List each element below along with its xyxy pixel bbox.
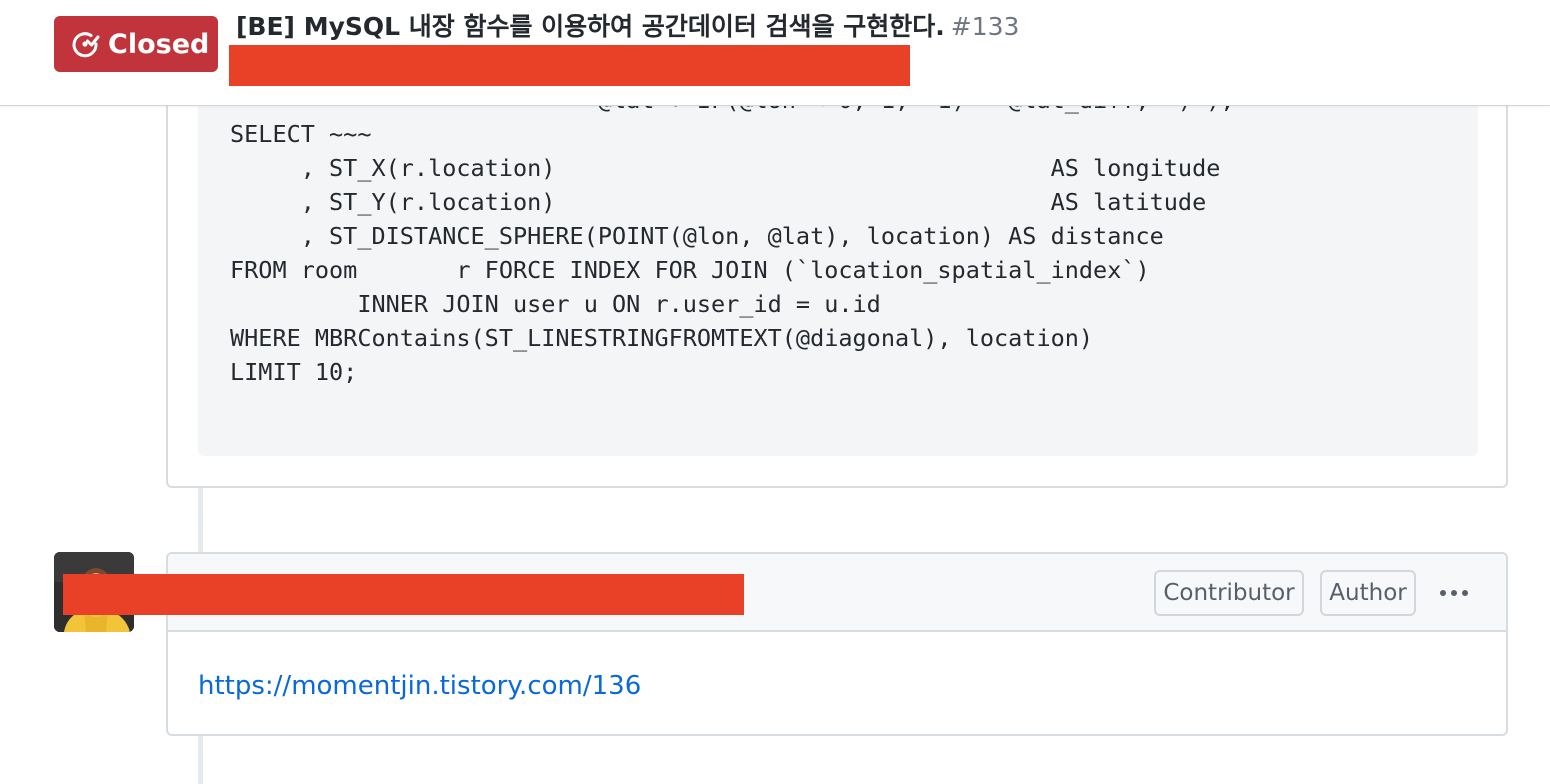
code-line: , ST_Y(r.location) AS latitude	[230, 188, 1207, 216]
contributor-label-text: Contributor	[1163, 580, 1295, 606]
issue-state-label: Closed	[108, 28, 210, 60]
code-line: , ST_X(r.location) AS longitude	[230, 154, 1221, 182]
author-label: Author	[1320, 570, 1416, 616]
code-line: SELECT ~~~	[230, 120, 372, 148]
comment-box: @lat + IF(@lon < 0, 1, -1) * @lat_diff, …	[166, 60, 1508, 488]
issue-number: #133	[950, 12, 1020, 41]
redacted-subtitle-block	[229, 45, 910, 86]
more-options-button[interactable]	[1434, 578, 1474, 608]
comment-link[interactable]: https://momentjin.tistory.com/136	[198, 671, 641, 701]
issue-title: [BE] MySQL 내장 함수를 이용하여 공간데이터 검색을 구현한다. #1…	[236, 10, 1019, 44]
kebab-horizontal-icon	[1440, 590, 1446, 596]
code-line: FROM room r FORCE INDEX FOR JOIN (`locat…	[230, 256, 1150, 284]
comment-body: https://momentjin.tistory.com/136	[198, 666, 641, 706]
code-text: @lat + IF(@lon < 0, 1, -1) * @lat_diff, …	[230, 83, 1235, 389]
issue-closed-icon	[72, 32, 100, 58]
author-label-text: Author	[1329, 580, 1407, 606]
code-line: INNER JOIN user u ON r.user_id = u.id	[230, 290, 881, 318]
issue-title-text: [BE] MySQL 내장 함수를 이용하여 공간데이터 검색을 구현한다.	[236, 12, 945, 41]
redacted-author-block	[63, 574, 744, 615]
issue-state-badge: Closed	[54, 16, 218, 72]
code-line: , ST_DISTANCE_SPHERE(POINT(@lon, @lat), …	[230, 222, 1164, 250]
sticky-issue-header: Closed [BE] MySQL 내장 함수를 이용하여 공간데이터 검색을 …	[0, 0, 1550, 106]
code-line: WHERE MBRContains(ST_LINESTRINGFROMTEXT(…	[230, 324, 1094, 352]
contributor-label: Contributor	[1154, 570, 1304, 616]
issue-page: @lat + IF(@lon < 0, 1, -1) * @lat_diff, …	[0, 0, 1550, 784]
code-block: @lat + IF(@lon < 0, 1, -1) * @lat_diff, …	[198, 62, 1478, 456]
code-line: LIMIT 10;	[230, 358, 358, 386]
